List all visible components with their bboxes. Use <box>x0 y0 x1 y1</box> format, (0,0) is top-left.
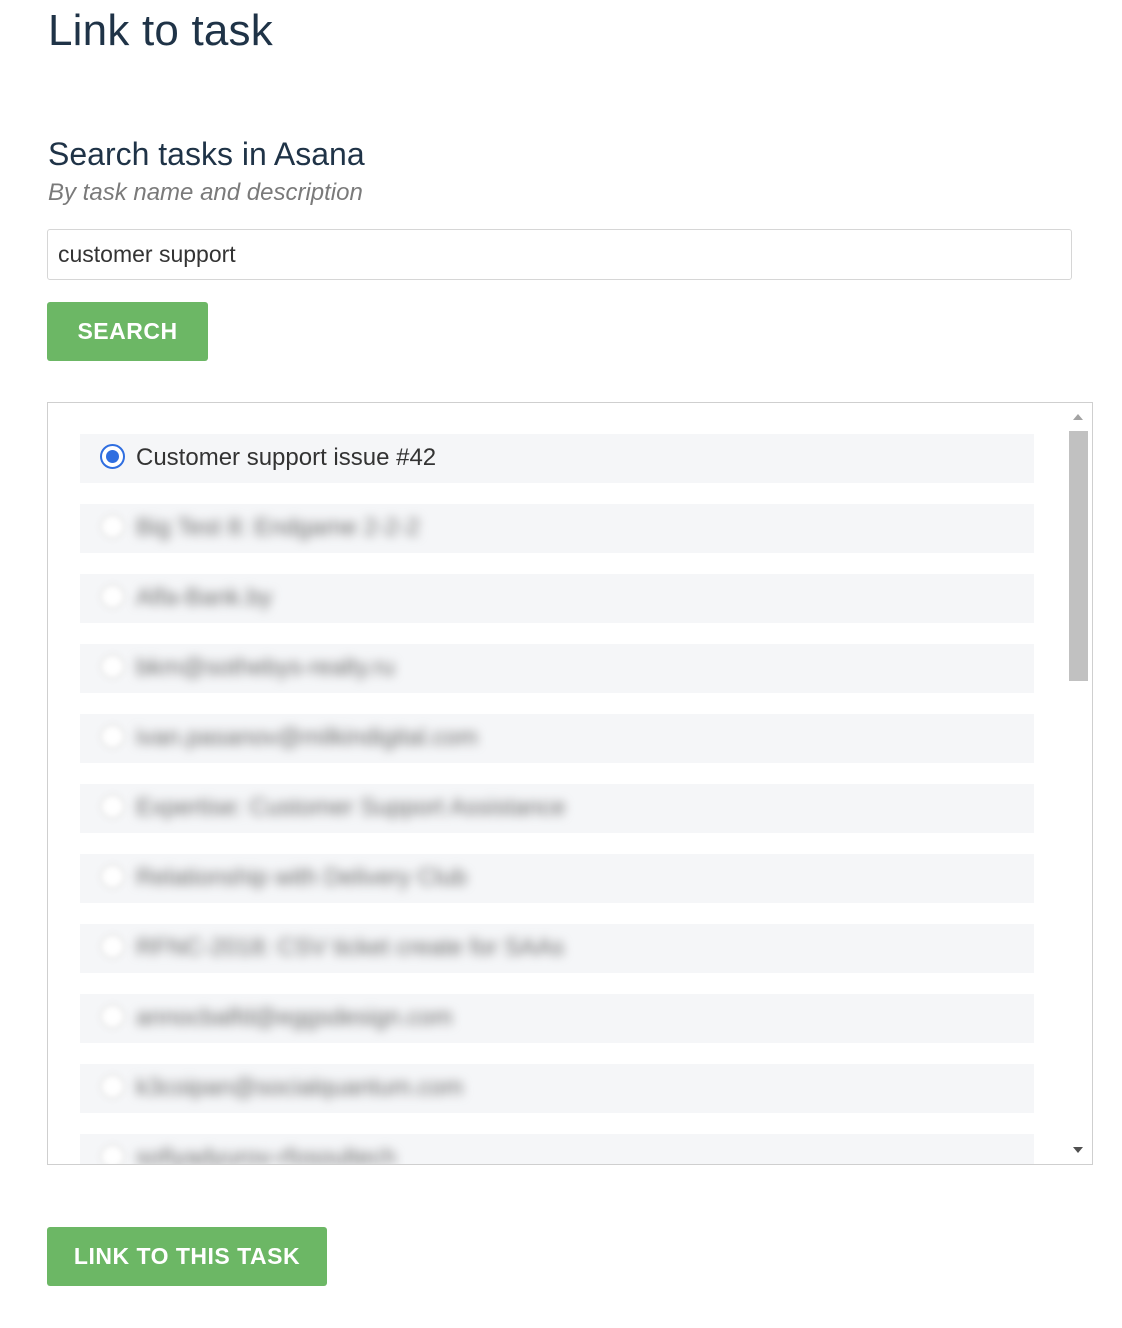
task-result-label: bkm@sothebys-realty.ru <box>136 654 395 681</box>
task-result-item[interactable]: ivan.pasanov@milkindigital.com <box>80 714 1034 763</box>
task-result-label: k3coipan@socialquantum.com <box>136 1074 464 1101</box>
task-result-label: Customer support issue #42 <box>136 444 437 471</box>
task-result-item[interactable]: sofiyadyurov-rfosoultech <box>80 1134 1034 1165</box>
task-result-item[interactable]: k3coipan@socialquantum.com <box>80 1064 1034 1113</box>
scroll-down-arrow-icon[interactable] <box>1073 1147 1083 1153</box>
radio-icon[interactable] <box>100 514 125 539</box>
task-result-label: Alfa-Bank.by <box>136 584 273 611</box>
task-result-item[interactable]: annocbalfd@eggsdesign.com <box>80 994 1034 1043</box>
task-result-item[interactable]: Alfa-Bank.by <box>80 574 1034 623</box>
task-result-label: Relationship with Delivery Club <box>136 864 467 891</box>
link-to-task-button[interactable]: LINK TO THIS TASK <box>47 1227 327 1286</box>
radio-icon[interactable] <box>100 1144 125 1164</box>
task-results-list[interactable]: Customer support issue #42 Big Test 8: En… <box>47 402 1093 1165</box>
task-result-item[interactable]: Relationship with Delivery Club <box>80 854 1034 903</box>
search-subheading: By task name and description <box>48 179 363 206</box>
search-button[interactable]: SEARCH <box>47 302 208 361</box>
radio-icon[interactable] <box>100 794 125 819</box>
task-result-label: Expertise: Customer Support Assistance <box>136 794 566 821</box>
task-result-label: sofiyadyurov-rfosoultech <box>136 1144 397 1165</box>
search-heading: Search tasks in Asana <box>48 136 365 172</box>
radio-icon[interactable] <box>100 1074 125 1099</box>
task-result-item[interactable]: Big Test 8: Endgame 2-2-2 <box>80 504 1034 553</box>
radio-icon[interactable] <box>100 864 125 889</box>
task-result-label: Big Test 8: Endgame 2-2-2 <box>136 514 420 541</box>
search-input[interactable] <box>47 229 1072 280</box>
scroll-up-arrow-icon[interactable] <box>1073 414 1083 420</box>
page-title: Link to task <box>48 6 273 55</box>
task-result-item[interactable]: Expertise: Customer Support Assistance <box>80 784 1034 833</box>
radio-icon[interactable] <box>100 724 125 749</box>
task-result-item[interactable]: bkm@sothebys-realty.ru <box>80 644 1034 693</box>
task-result-label: ivan.pasanov@milkindigital.com <box>136 724 478 751</box>
radio-icon[interactable] <box>100 1004 125 1029</box>
radio-selected-icon[interactable] <box>100 444 125 469</box>
task-result-item[interactable]: Customer support issue #42 <box>80 434 1034 483</box>
radio-icon[interactable] <box>100 934 125 959</box>
radio-icon[interactable] <box>100 654 125 679</box>
results-list: Customer support issue #42 Big Test 8: En… <box>80 434 1034 1165</box>
radio-icon[interactable] <box>100 584 125 609</box>
task-result-label: RFNC-2018: CSV ticket create for SAAs <box>136 934 565 961</box>
task-result-item[interactable]: RFNC-2018: CSV ticket create for SAAs <box>80 924 1034 973</box>
scrollbar[interactable] <box>1065 403 1092 1164</box>
scroll-thumb[interactable] <box>1069 431 1088 681</box>
task-result-label: annocbalfd@eggsdesign.com <box>136 1004 453 1031</box>
